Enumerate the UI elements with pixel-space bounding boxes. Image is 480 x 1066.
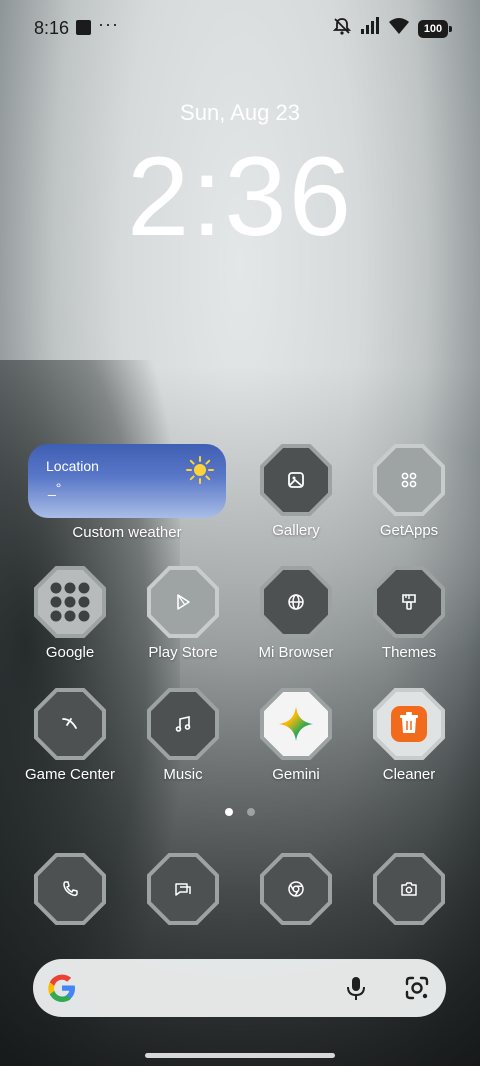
camera-icon: [401, 882, 417, 896]
app-gallery[interactable]: Gallery: [246, 444, 346, 539]
music-note-icon: [175, 716, 191, 732]
microphone-icon[interactable]: [344, 975, 368, 1006]
getapps-icon: [401, 472, 417, 488]
signal-icon: [360, 17, 380, 40]
notification-square-icon: [76, 20, 91, 35]
google-lens-icon[interactable]: [404, 975, 430, 1006]
play-store-icon: [177, 594, 190, 610]
app-google-folder[interactable]: Google: [20, 566, 120, 661]
app-mi-browser[interactable]: Mi Browser: [246, 566, 346, 661]
gesture-navigation-handle[interactable]: [145, 1053, 335, 1058]
sun-icon: [186, 456, 214, 489]
app-play-store[interactable]: Play Store: [133, 566, 233, 661]
globe-icon: [288, 594, 304, 610]
wifi-icon: [388, 17, 410, 40]
app-label: GetApps: [379, 522, 439, 539]
app-gemini[interactable]: Gemini: [246, 688, 346, 783]
phone-icon: [63, 881, 78, 897]
more-notifications-icon: ···: [98, 14, 119, 34]
cleaner-trash-icon: [391, 706, 427, 742]
app-game-center[interactable]: Game Center: [20, 688, 120, 783]
clock-date[interactable]: Sun, Aug 23: [0, 100, 480, 126]
app-label: Gemini: [272, 766, 320, 783]
status-time: 8:16: [34, 18, 70, 38]
weather-location: Location: [46, 458, 99, 474]
weather-temperature: _°: [48, 480, 62, 496]
dock-chrome[interactable]: [246, 853, 346, 925]
app-label: Gallery: [272, 522, 320, 539]
page-indicator: [0, 808, 480, 816]
google-folder-icon: [50, 582, 90, 622]
app-cleaner[interactable]: Cleaner: [359, 688, 459, 783]
game-center-icon: [62, 718, 77, 729]
app-label: Play Store: [148, 644, 218, 661]
google-search-bar[interactable]: [33, 959, 446, 1017]
status-bar: 8:16 ··· 100: [0, 0, 480, 56]
messages-icon: [175, 883, 191, 896]
clock-time[interactable]: 2:36: [0, 135, 480, 258]
gemini-star-icon: [279, 707, 313, 741]
weather-widget[interactable]: Location _°: [28, 444, 226, 518]
app-themes[interactable]: Themes: [359, 566, 459, 661]
app-music[interactable]: Music: [133, 688, 233, 783]
app-label: Cleaner: [382, 766, 436, 783]
app-label: Music: [163, 766, 203, 783]
weather-widget-label: Custom weather: [72, 524, 182, 541]
google-g-icon: [45, 971, 79, 1010]
dock-camera[interactable]: [359, 853, 459, 925]
dock-messages[interactable]: [133, 853, 233, 925]
battery-icon: 100: [418, 19, 452, 38]
app-label: Mi Browser: [258, 644, 334, 661]
dock-phone[interactable]: [20, 853, 120, 925]
app-getapps[interactable]: GetApps: [359, 444, 459, 539]
app-label: Themes: [381, 644, 437, 661]
page-dot[interactable]: [247, 808, 255, 816]
chrome-icon: [288, 881, 304, 897]
app-label: Game Center: [24, 766, 116, 783]
gallery-icon: [288, 472, 304, 488]
mute-icon: [332, 16, 352, 41]
themes-brush-icon: [402, 594, 416, 610]
page-dot-active[interactable]: [225, 808, 233, 816]
app-label: Google: [45, 644, 95, 661]
